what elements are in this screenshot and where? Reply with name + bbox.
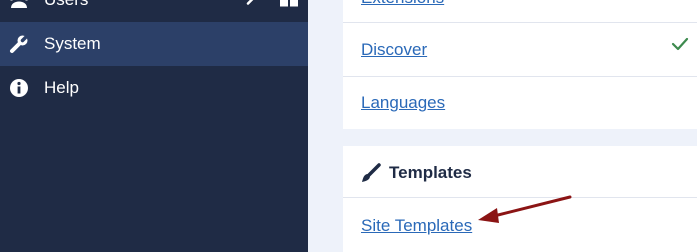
- sidebar-item-system[interactable]: System: [0, 22, 308, 66]
- sidebar-item-label: Help: [44, 78, 79, 97]
- users-tools: [246, 0, 298, 12]
- sidebar-item-label: System: [44, 34, 101, 53]
- edit-icon[interactable]: [246, 0, 260, 10]
- extensions-link[interactable]: Extensions: [361, 0, 444, 8]
- system-links-card: Extensions Discover Languages: [343, 0, 697, 129]
- languages-link[interactable]: Languages: [361, 93, 445, 113]
- paintbrush-icon: [361, 163, 381, 188]
- sidebar-item-help[interactable]: Help: [0, 66, 308, 110]
- site-templates-link[interactable]: Site Templates: [361, 216, 472, 236]
- wrench-icon: [8, 33, 30, 55]
- sidebar-item-label: Users: [44, 0, 88, 10]
- list-item: Discover: [343, 23, 697, 77]
- list-item: Languages: [343, 77, 697, 129]
- sidebar-item-users[interactable]: Users: [0, 0, 308, 22]
- discover-link[interactable]: Discover: [361, 40, 427, 60]
- sidebar: Users Sys: [0, 0, 308, 252]
- list-item: Extensions: [343, 0, 697, 23]
- users-icon: [8, 0, 30, 11]
- info-icon: [8, 77, 30, 99]
- grid-icon[interactable]: [280, 0, 298, 12]
- templates-header: Templates: [343, 146, 697, 198]
- annotation-arrow: [478, 195, 572, 223]
- checkmark-icon: [671, 37, 689, 56]
- templates-title: Templates: [389, 163, 472, 182]
